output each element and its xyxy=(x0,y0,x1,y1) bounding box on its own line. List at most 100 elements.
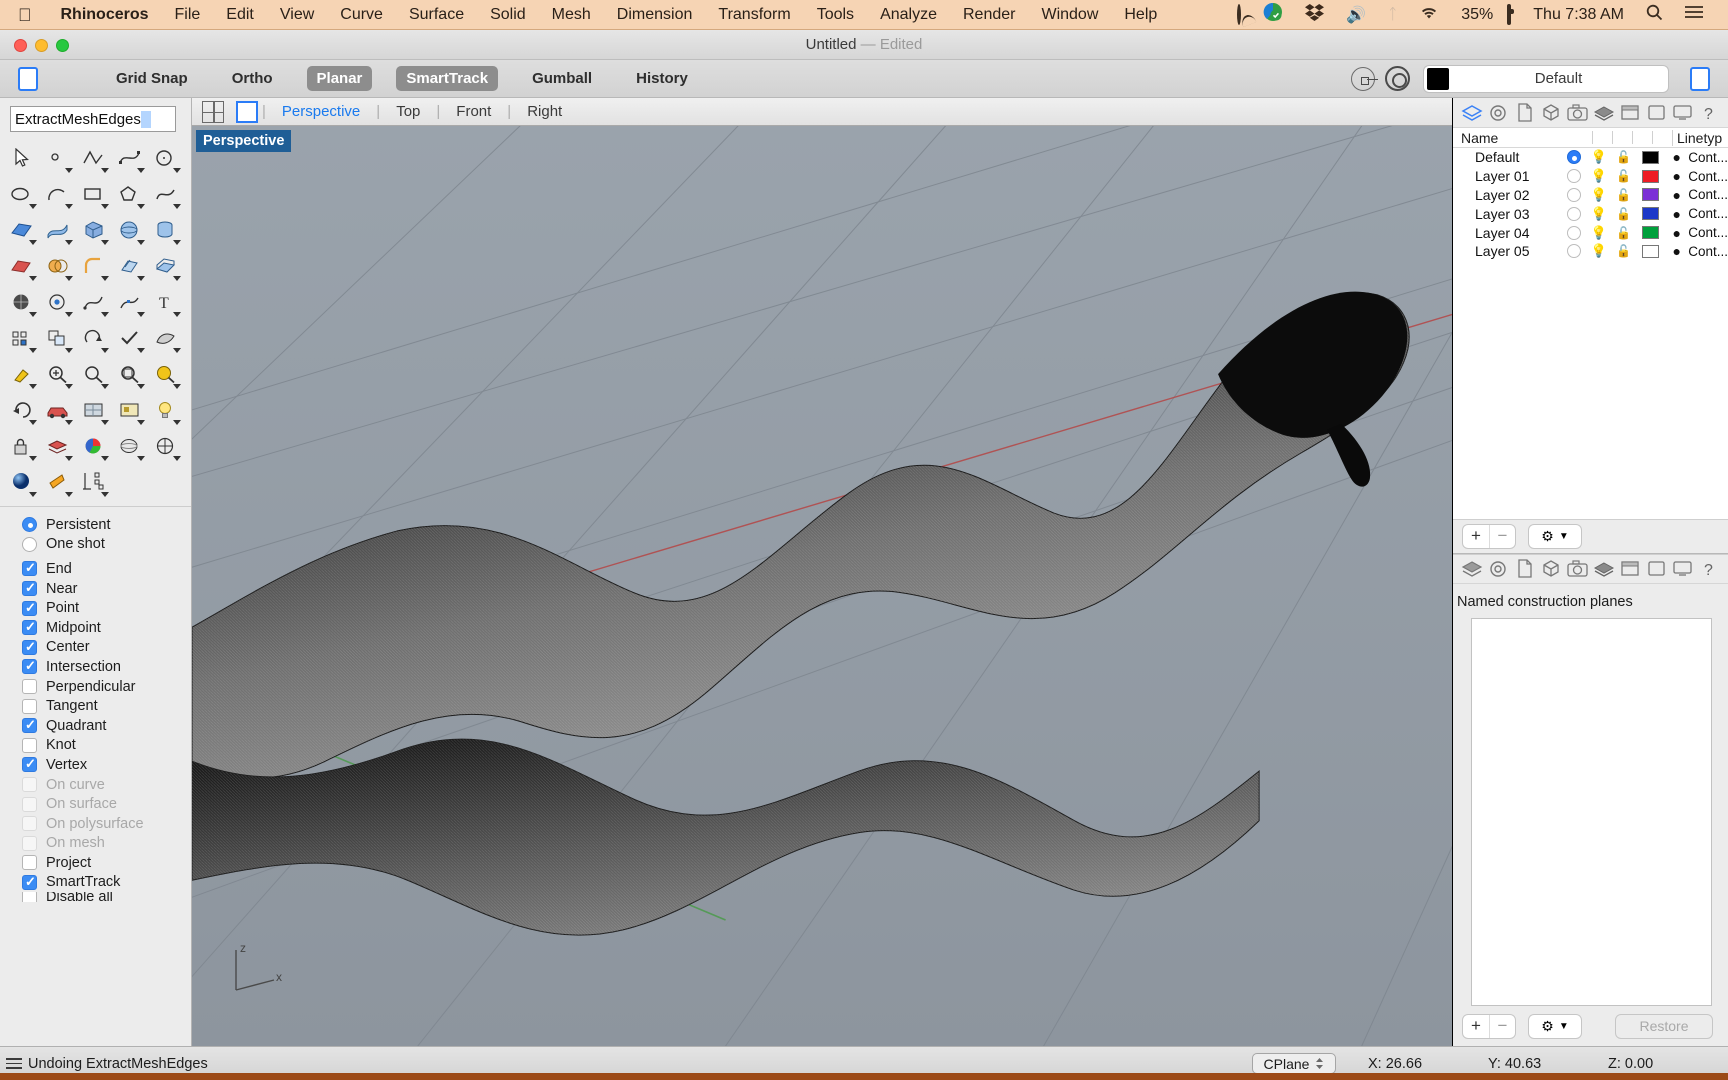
ellipse-icon[interactable] xyxy=(4,177,40,211)
object-icon[interactable] xyxy=(1538,556,1564,582)
checkbox-intersection[interactable] xyxy=(22,659,37,674)
undo-icon[interactable] xyxy=(4,393,40,427)
toggle-history[interactable]: History xyxy=(626,66,698,91)
viewport-tab-perspective[interactable]: Perspective xyxy=(270,103,372,120)
checkbox-midpoint[interactable] xyxy=(22,620,37,635)
named-cplanes-list[interactable] xyxy=(1471,618,1712,1006)
panel-icon[interactable] xyxy=(1643,556,1669,582)
target-icon[interactable] xyxy=(1385,66,1410,91)
layers-icon[interactable] xyxy=(1459,100,1485,126)
layer-current-radio[interactable] xyxy=(1561,150,1586,164)
copy-transform-icon[interactable] xyxy=(40,321,76,355)
document-icon[interactable] xyxy=(1512,556,1538,582)
checkbox-disable-all[interactable] xyxy=(22,892,37,902)
layer-material-icon[interactable]: ● xyxy=(1665,243,1688,259)
osnap-smarttrack[interactable]: SmartTrack xyxy=(22,873,191,893)
table-row[interactable]: Layer 04 💡 🔓 ● Cont... xyxy=(1453,223,1728,242)
light-bulb-icon[interactable] xyxy=(148,393,184,427)
control-center-icon[interactable] xyxy=(1674,5,1714,24)
layer-stack-icon[interactable] xyxy=(40,429,76,463)
chevron-down-icon[interactable]: ▼ xyxy=(1559,1021,1569,1032)
polyline-icon[interactable] xyxy=(76,141,112,175)
loft-surface-icon[interactable] xyxy=(40,213,76,247)
layer-color-swatch[interactable] xyxy=(1636,151,1665,164)
extrude-icon[interactable] xyxy=(4,249,40,283)
osnap-end[interactable]: End xyxy=(22,559,191,579)
check-analyze-icon[interactable] xyxy=(112,321,148,355)
layer-name[interactable]: Layer 03 xyxy=(1453,206,1561,222)
layers-icon[interactable] xyxy=(1459,556,1485,582)
rotate-icon[interactable] xyxy=(76,321,112,355)
panel-icon[interactable] xyxy=(1643,100,1669,126)
cap-planar-icon[interactable] xyxy=(148,249,184,283)
dropbox-icon[interactable] xyxy=(1294,3,1335,26)
left-panel-toggle-icon[interactable] xyxy=(18,67,38,91)
apple-logo-icon[interactable]:  xyxy=(0,6,48,24)
pan-icon[interactable] xyxy=(148,357,184,391)
layer-color-swatch[interactable] xyxy=(1636,207,1665,220)
layer-linetype[interactable]: Cont... xyxy=(1688,206,1728,221)
circle-icon[interactable] xyxy=(148,141,184,175)
viewport-tab-front[interactable]: Front xyxy=(444,103,503,120)
patch-surface-icon[interactable] xyxy=(148,321,184,355)
layer-current-radio[interactable] xyxy=(1561,226,1586,240)
layer-material-icon[interactable]: ● xyxy=(1665,225,1688,241)
osnap-intersection[interactable]: Intersection xyxy=(22,657,191,677)
checkbox-end[interactable] xyxy=(22,561,37,576)
menu-item-help[interactable]: Help xyxy=(1111,6,1170,24)
menu-item-render[interactable]: Render xyxy=(950,6,1028,24)
gear-icon[interactable]: ⚙ xyxy=(1541,1018,1554,1035)
cylinder-icon[interactable] xyxy=(148,213,184,247)
layer-lock-icon[interactable]: 🔓 xyxy=(1611,169,1636,183)
help-icon[interactable]: ? xyxy=(1696,556,1722,582)
layer-current-radio[interactable] xyxy=(1561,207,1586,221)
layer-linetype[interactable]: Cont... xyxy=(1688,187,1728,202)
layer-color-swatch[interactable] xyxy=(1636,170,1665,183)
menu-item-rhinoceros[interactable]: Rhinoceros xyxy=(48,6,162,24)
camera-icon[interactable] xyxy=(1564,556,1590,582)
layer-visibility-icon[interactable]: 💡 xyxy=(1586,243,1611,259)
zoom-extents-icon[interactable] xyxy=(76,357,112,391)
menu-item-view[interactable]: View xyxy=(267,6,327,24)
layer-color-swatch[interactable] xyxy=(1636,245,1665,258)
layer-lock-icon[interactable]: 🔓 xyxy=(1611,150,1636,164)
monitor-icon[interactable] xyxy=(1669,556,1695,582)
rectangle-icon[interactable] xyxy=(76,177,112,211)
restore-cplane-button[interactable]: Restore xyxy=(1616,1015,1712,1038)
remove-cplane-button[interactable]: − xyxy=(1489,1015,1515,1038)
toggle-ortho[interactable]: Ortho xyxy=(222,66,283,91)
remove-layer-button[interactable]: − xyxy=(1489,525,1515,548)
table-row[interactable]: Layer 05 💡 🔓 ● Cont... xyxy=(1453,242,1728,261)
current-layer-selector[interactable]: Default xyxy=(1424,66,1668,92)
checkbox-knot[interactable] xyxy=(22,738,37,753)
toggle-smarttrack[interactable]: SmartTrack xyxy=(396,66,498,91)
osnap-project[interactable]: Project xyxy=(22,853,191,873)
menu-item-file[interactable]: File xyxy=(162,6,214,24)
search-icon[interactable] xyxy=(1635,4,1674,26)
display-icon[interactable] xyxy=(1590,100,1616,126)
osnap-tangent[interactable]: Tangent xyxy=(22,696,191,716)
layer-color-swatch[interactable] xyxy=(1427,68,1449,90)
menu-bar-clock[interactable]: Thu 7:38 AM xyxy=(1522,6,1635,24)
layer-lock-icon[interactable]: 🔓 xyxy=(1611,207,1636,221)
document-icon[interactable] xyxy=(1512,100,1538,126)
polygon-icon[interactable] xyxy=(112,177,148,211)
checkbox-near[interactable] xyxy=(22,581,37,596)
viewport-tab-top[interactable]: Top xyxy=(384,103,432,120)
layer-name[interactable]: Layer 04 xyxy=(1453,225,1561,241)
layer-visibility-icon[interactable]: 💡 xyxy=(1586,168,1611,184)
layer-current-radio[interactable] xyxy=(1561,188,1586,202)
viewport-canvas[interactable]: Perspective xyxy=(192,126,1452,1046)
osnap-quadrant[interactable]: Quadrant xyxy=(22,716,191,736)
sync-status-icon[interactable] xyxy=(1252,2,1294,27)
toggle-gumball[interactable]: Gumball xyxy=(522,66,602,91)
menu-item-window[interactable]: Window xyxy=(1028,6,1111,24)
layer-material-icon[interactable]: ● xyxy=(1665,149,1688,165)
offset-surface-icon[interactable] xyxy=(112,249,148,283)
chevron-down-icon[interactable]: ▼ xyxy=(1559,531,1569,542)
osnap-point[interactable]: Point xyxy=(22,598,191,618)
cplane-options-button[interactable]: ⚙ ▼ xyxy=(1529,1015,1581,1038)
checkbox-tangent[interactable] xyxy=(22,699,37,714)
column-header-linetype[interactable]: Linetyp xyxy=(1672,130,1728,146)
table-row[interactable]: Layer 02 💡 🔓 ● Cont... xyxy=(1453,186,1728,205)
